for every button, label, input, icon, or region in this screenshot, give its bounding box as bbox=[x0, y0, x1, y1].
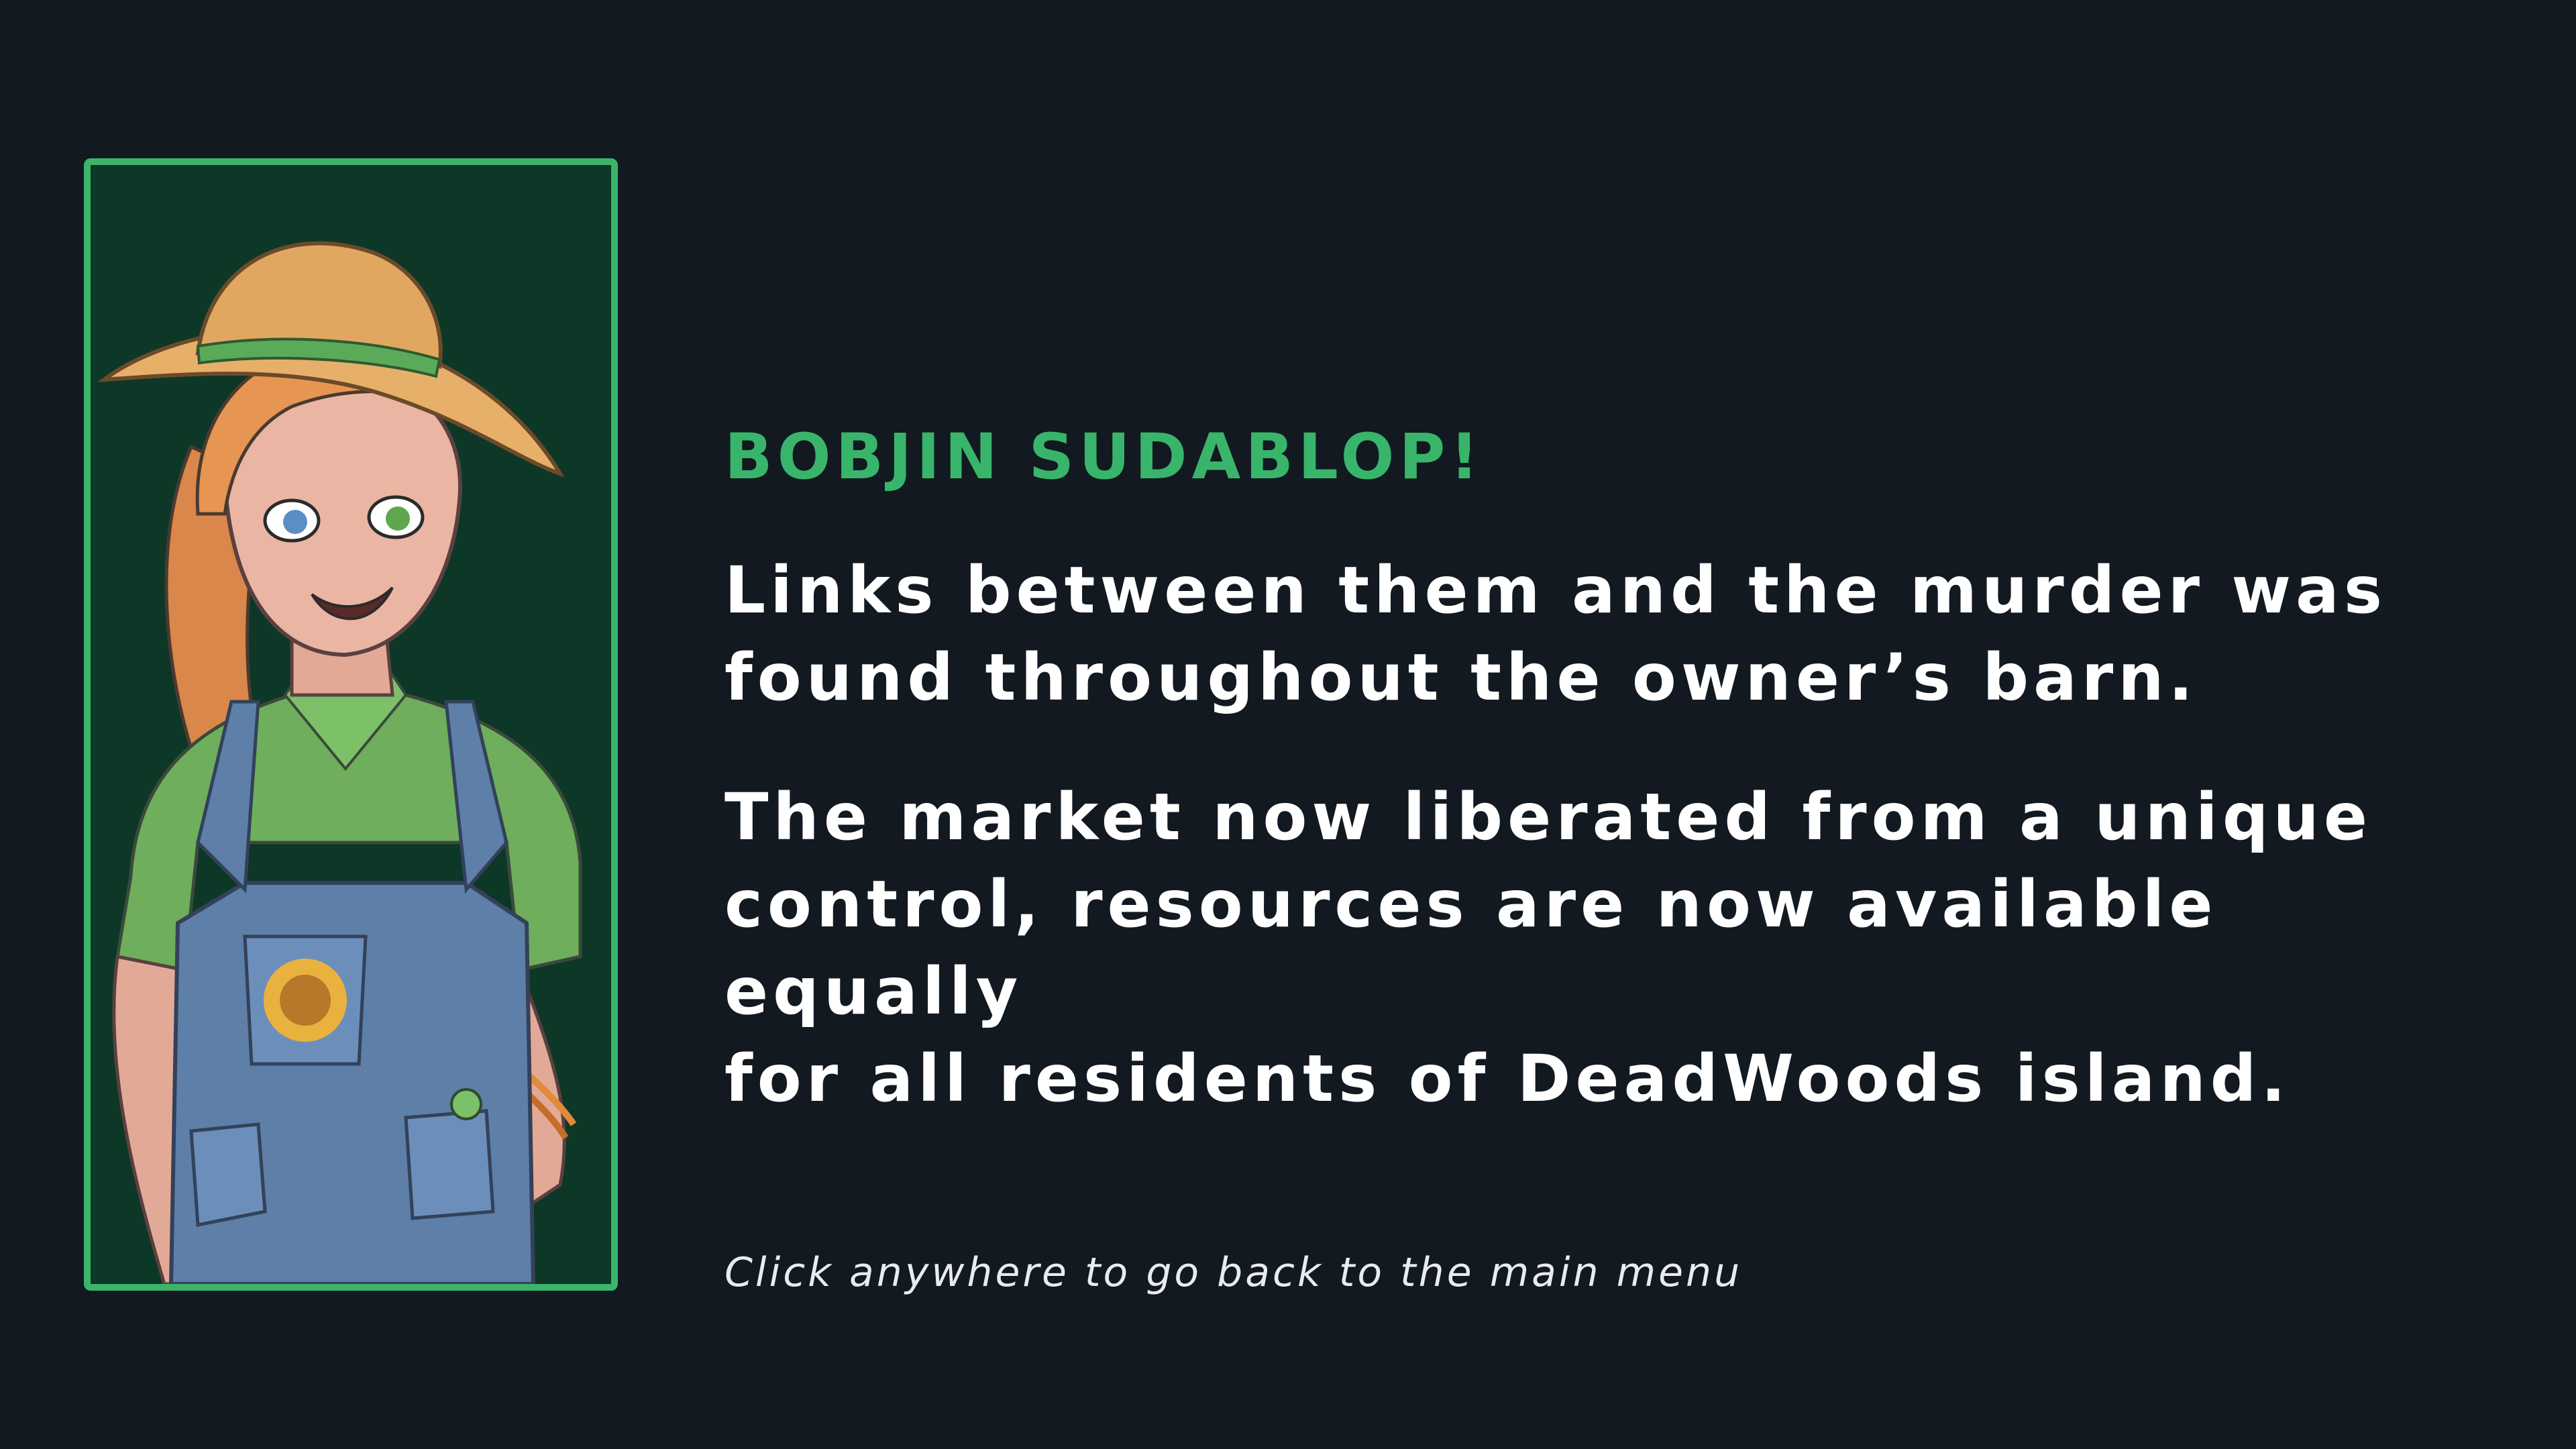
game-over-screen[interactable]: BOBJIN SUDABLOP! Links between them and … bbox=[0, 0, 2576, 1449]
return-to-menu-hint[interactable]: Click anywhere to go back to the main me… bbox=[724, 1249, 1742, 1296]
ending-paragraph-1: Links between them and the murder was fo… bbox=[724, 553, 2387, 716]
character-portrait bbox=[84, 158, 618, 1291]
ending-text: BOBJIN SUDABLOP! Links between them and … bbox=[724, 423, 2536, 1175]
ending-paragraph-2: The market now liberated from a unique c… bbox=[724, 780, 2372, 1117]
farmer-character-illustration bbox=[97, 241, 582, 1284]
character-name: BOBJIN SUDABLOP! bbox=[724, 421, 1484, 494]
sunflower-patch bbox=[264, 959, 347, 1042]
